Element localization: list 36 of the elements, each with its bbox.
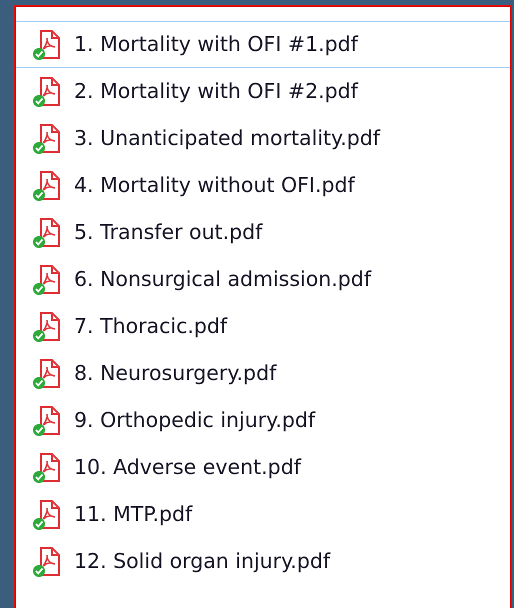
file-name: 6. Nonsurgical admission.pdf	[74, 266, 372, 294]
file-list-item[interactable]: 7. Thoracic.pdf	[16, 303, 510, 350]
file-list-item[interactable]: 8. Neurosurgery.pdf	[16, 350, 510, 397]
file-name: 4. Mortality without OFI.pdf	[74, 172, 355, 200]
pdf-file-icon	[32, 404, 62, 436]
file-name: 5. Transfer out.pdf	[74, 219, 262, 246]
file-list-item[interactable]: 3. Unanticipated mortality.pdf	[16, 115, 510, 162]
pdf-file-icon	[32, 310, 62, 342]
file-name: 9. Orthopedic injury.pdf	[74, 407, 316, 434]
pdf-file-icon	[32, 498, 62, 530]
pdf-file-icon	[32, 452, 62, 484]
file-list-item[interactable]: 11. MTP.pdf	[16, 491, 510, 538]
pdf-file-icon	[32, 546, 62, 578]
pdf-file-icon	[32, 216, 62, 248]
pdf-file-icon	[32, 76, 62, 108]
file-name: 8. Neurosurgery.pdf	[74, 360, 276, 388]
file-name: 7. Thoracic.pdf	[74, 313, 228, 340]
pdf-file-icon	[32, 170, 62, 202]
file-list-item[interactable]: 5. Transfer out.pdf	[16, 209, 510, 256]
file-name: 3. Unanticipated mortality.pdf	[74, 125, 380, 152]
file-name: 11. MTP.pdf	[74, 501, 192, 528]
file-list-item[interactable]: 12. Solid organ injury.pdf	[16, 538, 510, 585]
file-list-item[interactable]: 4. Mortality without OFI.pdf	[16, 162, 510, 209]
file-list-item[interactable]: 1. Mortality with OFI #1.pdf	[16, 21, 510, 68]
pdf-file-icon	[32, 264, 62, 296]
file-list-item[interactable]: 10. Adverse event.pdf	[16, 444, 510, 491]
file-name: 1. Mortality with OFI #1.pdf	[74, 31, 358, 58]
pdf-file-icon	[32, 122, 62, 154]
file-name: 2. Mortality with OFI #2.pdf	[74, 78, 358, 106]
file-name: 12. Solid organ injury.pdf	[74, 548, 330, 576]
file-name: 10. Adverse event.pdf	[74, 454, 301, 482]
file-list-item[interactable]: 2. Mortality with OFI #2.pdf	[16, 68, 510, 115]
file-list-item[interactable]: 6. Nonsurgical admission.pdf	[16, 256, 510, 303]
pdf-file-icon	[32, 358, 62, 390]
pdf-file-icon	[32, 28, 62, 60]
file-list-item[interactable]: 9. Orthopedic injury.pdf	[16, 397, 510, 444]
